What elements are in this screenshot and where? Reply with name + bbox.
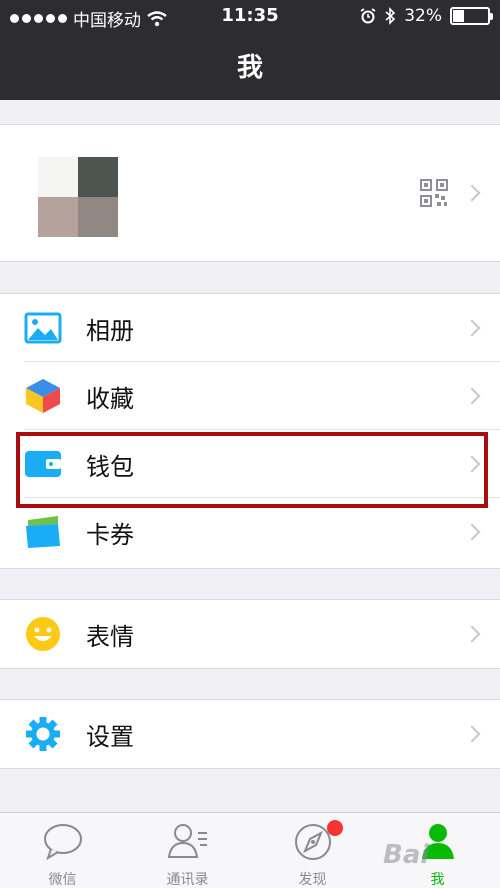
chat-icon xyxy=(44,824,82,861)
menu-item-settings[interactable]: 设置 xyxy=(0,700,500,768)
chevron-right-icon xyxy=(463,725,481,743)
bluetooth-icon xyxy=(385,7,396,25)
tab-label-discover: 发现 xyxy=(298,872,327,888)
chevron-right-icon xyxy=(463,387,481,405)
chevron-right-icon xyxy=(463,625,481,643)
header: 中国移动 11:35 32% 我 xyxy=(0,0,500,100)
tab-label-chats: 微信 xyxy=(48,872,77,888)
wallet-highlight-box xyxy=(16,432,488,508)
menu-label-settings: 设置 xyxy=(86,723,134,751)
chevron-right-icon xyxy=(463,184,481,202)
menu-group-settings: 设置 xyxy=(0,699,500,769)
contacts-icon xyxy=(167,824,207,858)
menu-item-album[interactable]: 相册 xyxy=(0,294,500,362)
battery-percent: 32% xyxy=(404,6,442,26)
tab-label-contacts: 通讯录 xyxy=(166,872,209,888)
menu-label-favorites: 收藏 xyxy=(86,385,134,413)
qr-code-icon[interactable] xyxy=(420,179,448,207)
card-ticket-icon xyxy=(26,516,60,548)
menu-item-stickers[interactable]: 表情 xyxy=(0,600,500,668)
alarm-icon xyxy=(360,8,376,24)
menu-item-cards[interactable]: 卡券 xyxy=(0,498,500,566)
album-icon xyxy=(24,312,62,344)
chevron-right-icon xyxy=(463,523,481,541)
status-bar: 中国移动 11:35 32% xyxy=(0,0,500,34)
tab-contacts[interactable]: 通讯录 xyxy=(125,813,250,888)
menu-item-favorites[interactable]: 收藏 xyxy=(0,362,500,430)
tab-label-me: 我 xyxy=(430,872,445,888)
menu-label-stickers: 表情 xyxy=(86,623,134,651)
watermark: Bai xyxy=(383,840,430,870)
battery-icon xyxy=(450,7,493,25)
profile-card[interactable] xyxy=(0,124,500,262)
menu-label-album: 相册 xyxy=(86,317,134,345)
battery-fill xyxy=(453,10,464,22)
menu-group-main: 相册 收藏 钱包 卡券 xyxy=(0,293,500,569)
tab-discover[interactable]: 发现 xyxy=(250,813,375,888)
cube-icon xyxy=(26,379,60,413)
status-right: 32% xyxy=(360,6,493,26)
menu-label-cards: 卡券 xyxy=(86,521,134,549)
gear-icon xyxy=(26,717,60,751)
notification-badge xyxy=(327,820,343,836)
tab-chats[interactable]: 微信 xyxy=(0,813,125,888)
chevron-right-icon xyxy=(463,319,481,337)
menu-group-stickers: 表情 xyxy=(0,599,500,669)
page-title: 我 xyxy=(236,53,263,83)
smiley-icon xyxy=(26,617,60,651)
avatar[interactable] xyxy=(38,157,118,237)
